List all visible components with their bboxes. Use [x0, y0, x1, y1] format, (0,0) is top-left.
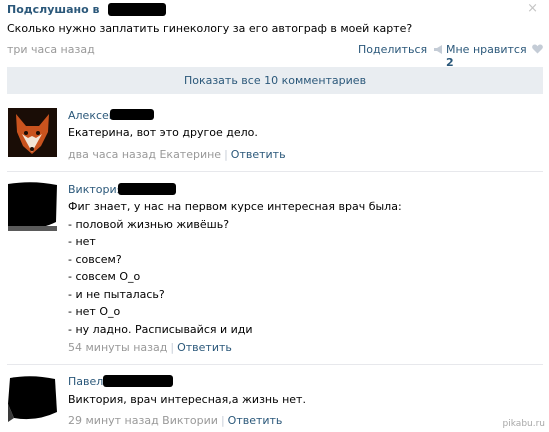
comment-author[interactable]: Павел [68, 375, 103, 388]
post-title[interactable]: Подслушано в [7, 3, 99, 16]
reply-link[interactable]: Ответить [177, 341, 232, 354]
comment-text: Виктория, врач интересная,а жизнь нет. [68, 393, 306, 406]
heart-icon [532, 44, 543, 54]
like-button[interactable]: Мне нравится 2 [446, 43, 549, 69]
post-text: Сколько нужно заплатить гинекологу за ег… [7, 22, 413, 35]
share-label: Поделиться [358, 43, 428, 56]
comment-meta: 29 минут назад Виктории | Ответить [68, 414, 282, 427]
comment-meta: 54 минуты назад | Ответить [68, 341, 232, 354]
reply-link[interactable]: Ответить [231, 148, 286, 161]
redacted-avatar-icon [8, 376, 57, 422]
avatar[interactable] [8, 108, 57, 157]
comment-time[interactable]: два часа назад Екатерине [68, 148, 221, 161]
redacted-surname [110, 109, 154, 120]
comment-author[interactable]: Виктория [68, 183, 123, 196]
redacted-surname [118, 183, 176, 195]
close-icon[interactable]: × [527, 1, 538, 16]
avatar[interactable] [8, 182, 57, 231]
comment-time[interactable]: 29 минут назад Виктории [68, 414, 218, 427]
show-all-comments-button[interactable]: Показать все 10 комментариев [7, 67, 543, 94]
megaphone-icon [433, 45, 442, 54]
separator: | [170, 341, 175, 354]
redacted-surname [103, 375, 173, 387]
watermark: pikabu.ru [502, 419, 545, 429]
comment-divider [7, 364, 543, 365]
comment-meta: два часа назад Екатерине | Ответить [68, 148, 286, 161]
comment-divider [7, 171, 543, 172]
comment-text: Екатерина, вот это другое дело. [68, 126, 258, 139]
separator: | [220, 414, 225, 427]
like-label: Мне нравится [446, 43, 527, 56]
comment-text: Фиг знает, у нас на первом курсе интерес… [68, 200, 402, 336]
redacted-avatar-icon [8, 182, 57, 231]
fox-avatar-icon [8, 108, 57, 157]
comment-author[interactable]: Алексей [68, 109, 116, 122]
redacted-group-name [108, 3, 166, 16]
avatar[interactable] [8, 374, 57, 423]
share-button[interactable]: Поделиться [358, 43, 444, 56]
separator: | [224, 148, 228, 161]
reply-link[interactable]: Ответить [228, 414, 283, 427]
comment-time[interactable]: 54 минуты назад [68, 341, 167, 354]
post-time[interactable]: три часа назад [7, 43, 95, 56]
